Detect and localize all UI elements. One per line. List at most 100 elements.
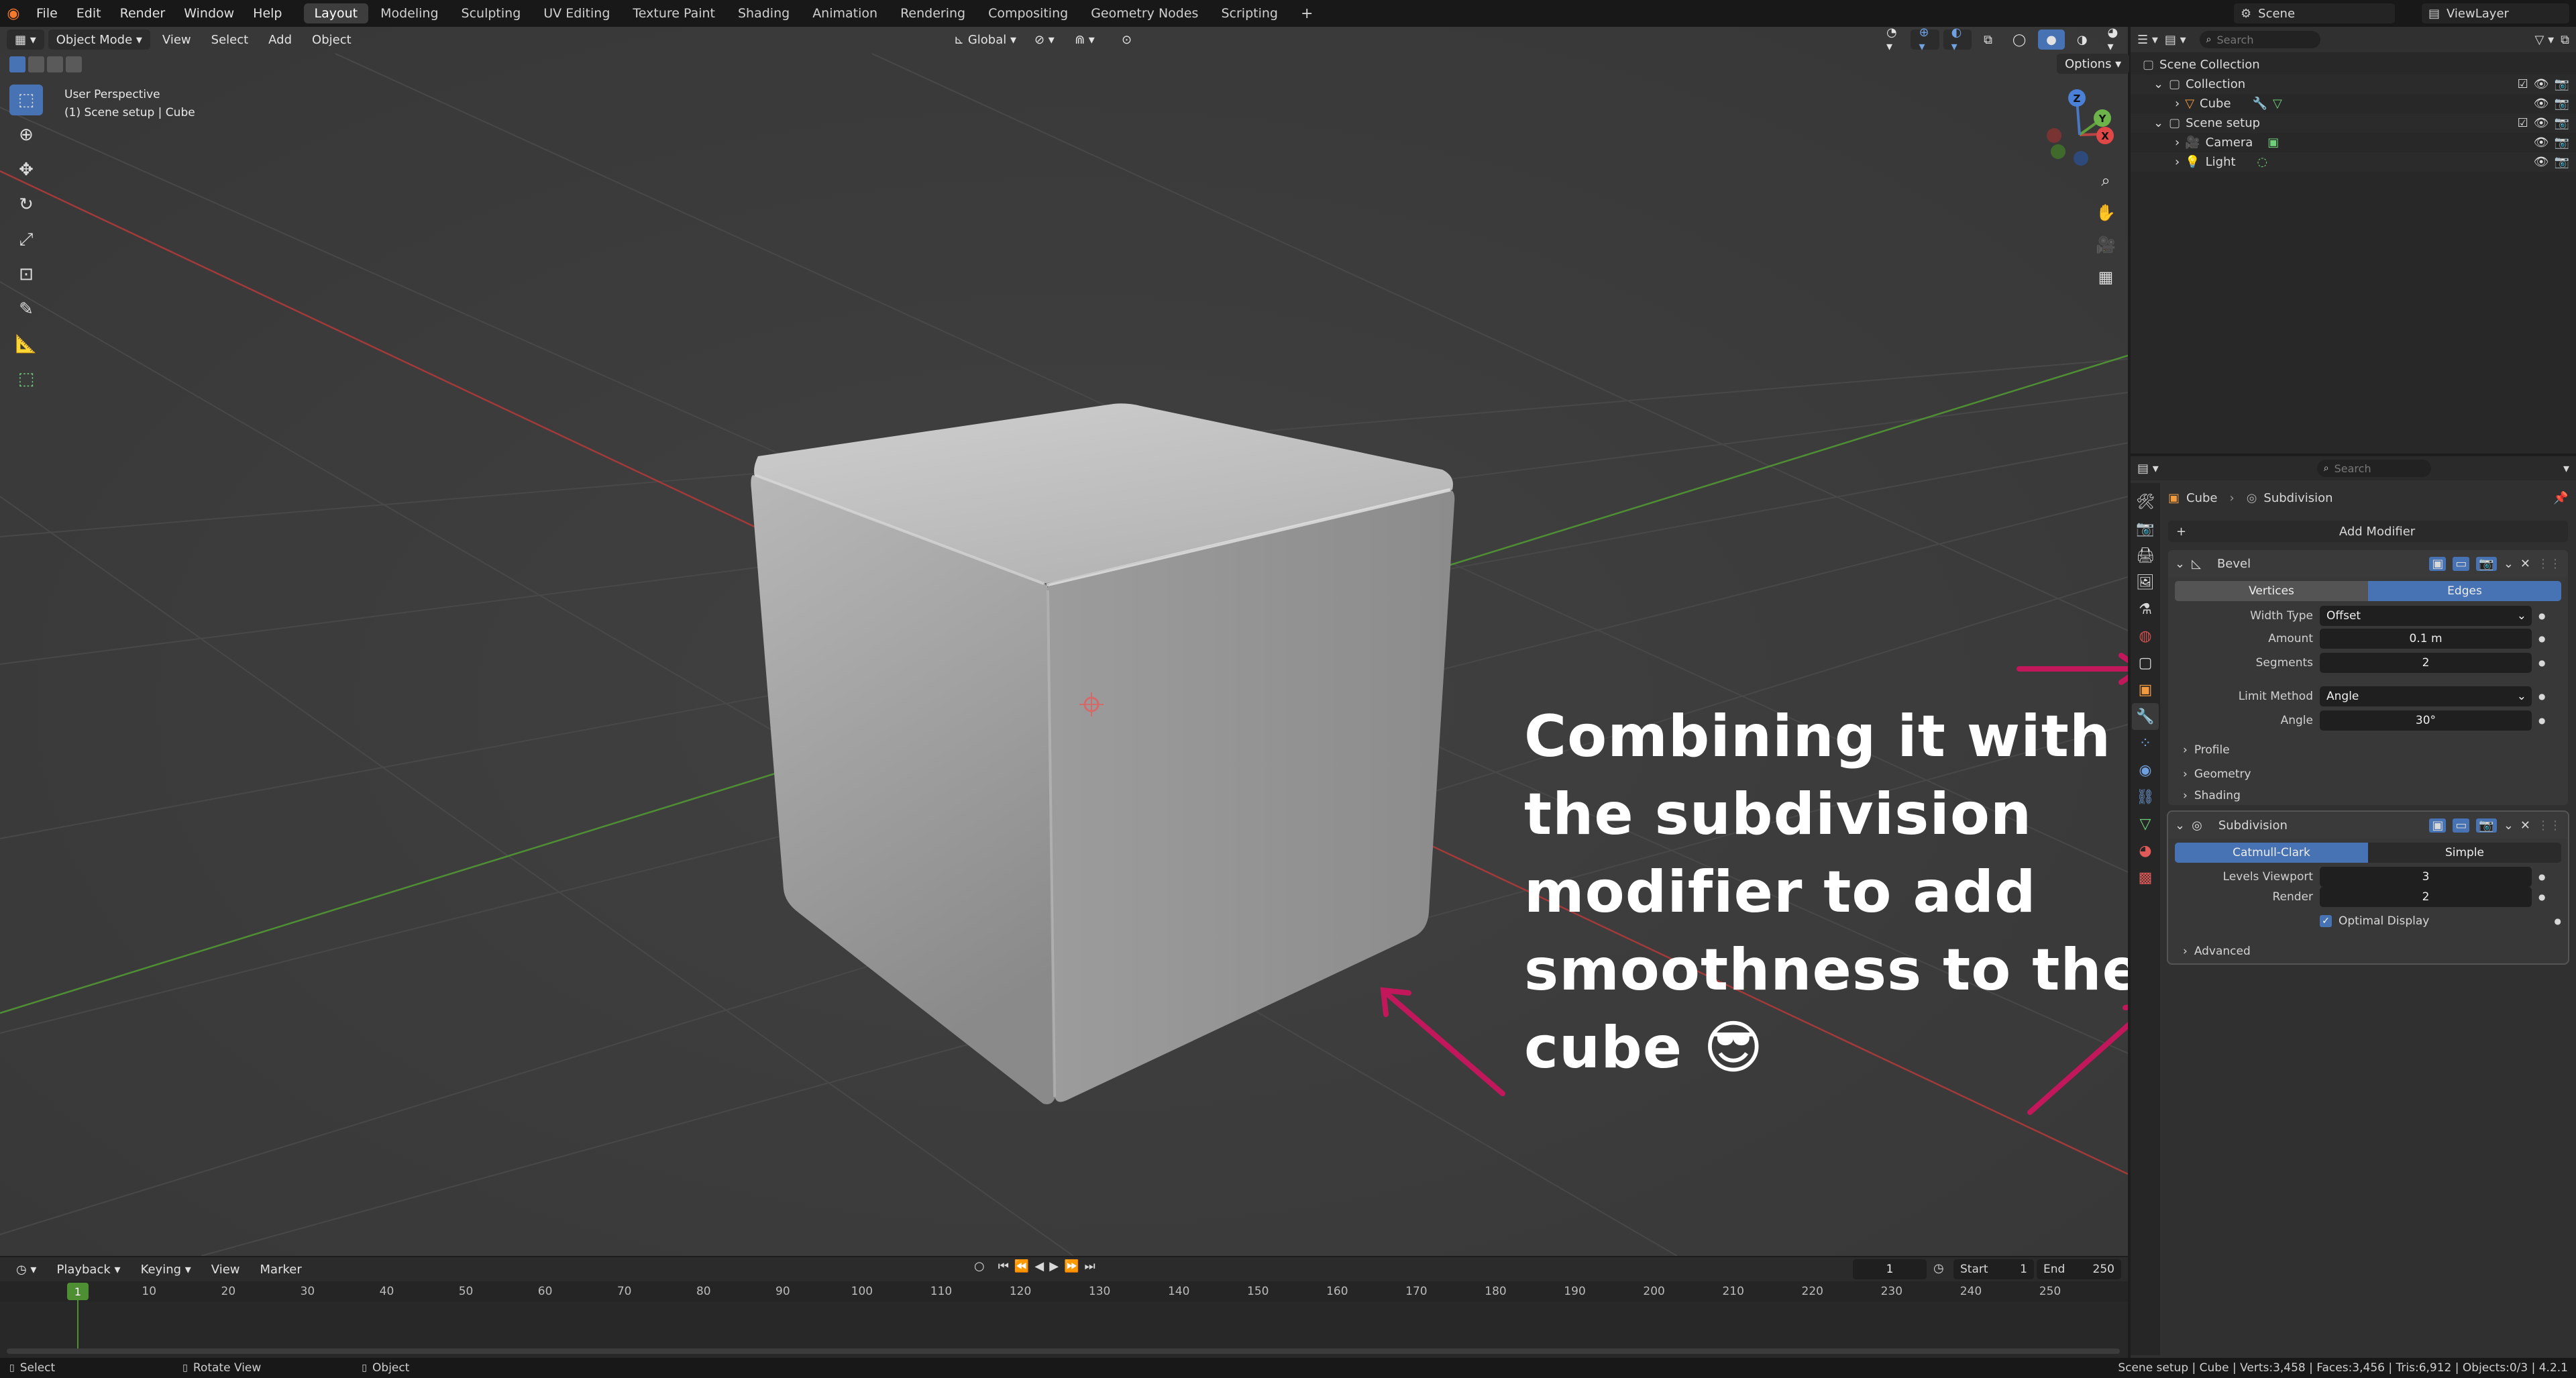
- close-icon[interactable]: ✕: [2520, 818, 2530, 833]
- edges-toggle[interactable]: Edges: [2368, 581, 2561, 601]
- ortho-grid-icon[interactable]: ▦: [2090, 262, 2121, 293]
- camera-visibility-icon[interactable]: 📷: [2555, 97, 2569, 111]
- play-reverse-icon[interactable]: ◀: [1034, 1259, 1044, 1273]
- optimal-display-checkbox[interactable]: ✓: [2320, 915, 2332, 927]
- edit-mode-toggle-icon[interactable]: ▣: [2429, 556, 2447, 571]
- outliner-editor-icon[interactable]: ☰ ▾: [2137, 33, 2158, 47]
- measure-tool-icon[interactable]: 📐: [9, 329, 43, 360]
- tab-rendering[interactable]: Rendering: [890, 3, 976, 23]
- eye-icon[interactable]: 👁: [2534, 155, 2549, 169]
- keying-menu[interactable]: Keying ▾: [133, 1259, 199, 1279]
- physics-tab-icon[interactable]: ◉: [2132, 757, 2159, 784]
- eye-icon[interactable]: 👁: [2534, 136, 2549, 150]
- visibility-icon[interactable]: ◔ ▾: [1878, 25, 1907, 54]
- outliner-row-light[interactable]: › 💡 Light ◌ 👁 📷: [2131, 152, 2576, 172]
- proportional-edit-icon[interactable]: ⊙: [1114, 30, 1140, 50]
- solid-shading-icon[interactable]: ●: [2038, 30, 2065, 50]
- close-icon[interactable]: ✕: [2520, 557, 2530, 571]
- eye-icon[interactable]: 👁: [2534, 97, 2549, 111]
- playhead[interactable]: 1: [67, 1283, 89, 1300]
- select-extend-icon[interactable]: [28, 56, 44, 72]
- vp-menu-select[interactable]: Select: [203, 30, 257, 50]
- select-intersect-icon[interactable]: [66, 56, 82, 72]
- render-levels-field[interactable]: 2: [2320, 887, 2532, 907]
- select-box-tool-icon[interactable]: ⬚: [9, 85, 43, 115]
- keyframe-dot-icon[interactable]: ●: [2538, 634, 2545, 643]
- tab-uv-editing[interactable]: UV Editing: [533, 3, 621, 23]
- vp-menu-object[interactable]: Object: [304, 30, 360, 50]
- viewport-toggle-icon[interactable]: ▭: [2453, 818, 2470, 833]
- select-new-icon[interactable]: [9, 56, 25, 72]
- material-shading-icon[interactable]: ◑: [2069, 30, 2096, 50]
- collapse-chevron-icon[interactable]: ⌄: [2175, 557, 2185, 571]
- camera-visibility-icon[interactable]: 📷: [2555, 77, 2569, 91]
- marker-menu[interactable]: Marker: [252, 1259, 310, 1279]
- record-icon[interactable]: ○: [974, 1259, 985, 1273]
- tab-layout[interactable]: Layout: [303, 3, 369, 23]
- options-dropdown[interactable]: Options ▾: [2057, 54, 2130, 74]
- expand-chevron-icon[interactable]: ⌄: [2153, 116, 2163, 130]
- outliner-row-scene-collection[interactable]: ▢ Scene Collection: [2131, 55, 2576, 74]
- menu-render[interactable]: Render: [111, 0, 175, 27]
- advanced-subpanel[interactable]: › Advanced: [2183, 939, 2251, 963]
- edit-mode-toggle-icon[interactable]: ▣: [2429, 818, 2447, 833]
- render-toggle-icon[interactable]: 📷: [2476, 818, 2497, 833]
- tool-tab-icon[interactable]: 🛠: [2132, 488, 2159, 515]
- profile-subpanel[interactable]: › Profile: [2183, 738, 2230, 762]
- zoom-icon[interactable]: ⌕: [2090, 165, 2121, 196]
- expand-chevron-icon[interactable]: ›: [2175, 97, 2180, 111]
- world-tab-icon[interactable]: ◍: [2132, 623, 2159, 649]
- prev-keyframe-icon[interactable]: ⏪: [1014, 1259, 1029, 1273]
- menu-window[interactable]: Window: [174, 0, 244, 27]
- expand-chevron-icon[interactable]: ›: [2175, 155, 2180, 169]
- camera-visibility-icon[interactable]: 📷: [2555, 136, 2569, 150]
- clock-icon[interactable]: ◷: [1933, 1261, 1944, 1275]
- width-type-dropdown[interactable]: Offset ⌄: [2320, 606, 2532, 626]
- scene-selector[interactable]: ⚙ Scene: [2234, 3, 2395, 23]
- pan-hand-icon[interactable]: ✋: [2090, 197, 2121, 228]
- outliner-row-camera[interactable]: › 🎥 Camera ▣ 👁 📷: [2131, 133, 2576, 152]
- annotate-tool-icon[interactable]: ✎: [9, 294, 43, 325]
- camera-visibility-icon[interactable]: 📷: [2555, 116, 2569, 130]
- outliner-row-cube[interactable]: › ▽ Cube 🔧 ▽ 👁 📷: [2131, 94, 2576, 113]
- tab-shading[interactable]: Shading: [727, 3, 800, 23]
- vp-menu-add[interactable]: Add: [260, 30, 300, 50]
- output-tab-icon[interactable]: 🖨: [2132, 542, 2159, 569]
- subdivision-name[interactable]: Subdivision: [2218, 818, 2288, 833]
- next-keyframe-icon[interactable]: ⏩: [1064, 1259, 1079, 1273]
- outliner-search-field[interactable]: ⌕ Search: [2199, 31, 2320, 48]
- render-toggle-icon[interactable]: 📷: [2476, 556, 2497, 571]
- pin-icon[interactable]: 📌: [2553, 491, 2568, 505]
- bevel-name[interactable]: Bevel: [2217, 557, 2251, 571]
- checkbox-icon[interactable]: ☑: [2518, 77, 2528, 91]
- blender-logo-icon[interactable]: ◉: [0, 0, 27, 27]
- pivot-dropdown[interactable]: ⊘ ▾: [1026, 30, 1063, 50]
- tab-geometry-nodes[interactable]: Geometry Nodes: [1080, 3, 1209, 23]
- start-frame-field[interactable]: Start 1: [1953, 1259, 2034, 1279]
- eye-icon[interactable]: 👁: [2534, 77, 2549, 91]
- end-frame-field[interactable]: End 250: [2037, 1259, 2121, 1279]
- outliner-row-collection[interactable]: ⌄ ▢ Collection ☑ 👁 📷: [2131, 74, 2576, 94]
- object-mode-dropdown[interactable]: Object Mode ▾: [48, 30, 150, 50]
- collapse-chevron-icon[interactable]: ⌄: [2175, 818, 2185, 833]
- dropdown-icon[interactable]: ⌄: [2504, 818, 2514, 833]
- bevel-header[interactable]: ⌄ ◺ Bevel ▣ ▭ 📷 ⌄ ✕ ⋮⋮: [2168, 550, 2568, 577]
- collection-tab-icon[interactable]: ▢: [2132, 649, 2159, 676]
- overlay-toggle-icon[interactable]: ◐ ▾: [1943, 25, 1972, 54]
- editor-type-button[interactable]: ▦ ▾: [7, 30, 44, 50]
- keyframe-dot-icon[interactable]: ●: [2538, 658, 2545, 668]
- eye-icon[interactable]: 👁: [2534, 116, 2549, 130]
- scale-tool-icon[interactable]: ⤢: [9, 224, 43, 255]
- rotate-tool-icon[interactable]: ↻: [9, 189, 43, 220]
- expand-chevron-icon[interactable]: ›: [2175, 136, 2180, 150]
- drag-handle-icon[interactable]: ⋮⋮: [2537, 818, 2561, 833]
- keyframe-dot-icon[interactable]: ●: [2555, 916, 2561, 926]
- view-layer-selector[interactable]: ▤ ViewLayer: [2422, 3, 2569, 23]
- shading-subpanel[interactable]: › Shading: [2183, 786, 2241, 805]
- 3d-viewport[interactable]: Combining it with the subdivision modifi…: [0, 27, 2128, 1256]
- texture-tab-icon[interactable]: ▩: [2132, 864, 2159, 891]
- display-mode-icon[interactable]: ▤ ▾: [2165, 33, 2186, 47]
- amount-field[interactable]: 0.1 m: [2320, 629, 2532, 649]
- catmull-clark-toggle[interactable]: Catmull-Clark: [2175, 843, 2368, 863]
- keyframe-dot-icon[interactable]: ●: [2538, 611, 2545, 621]
